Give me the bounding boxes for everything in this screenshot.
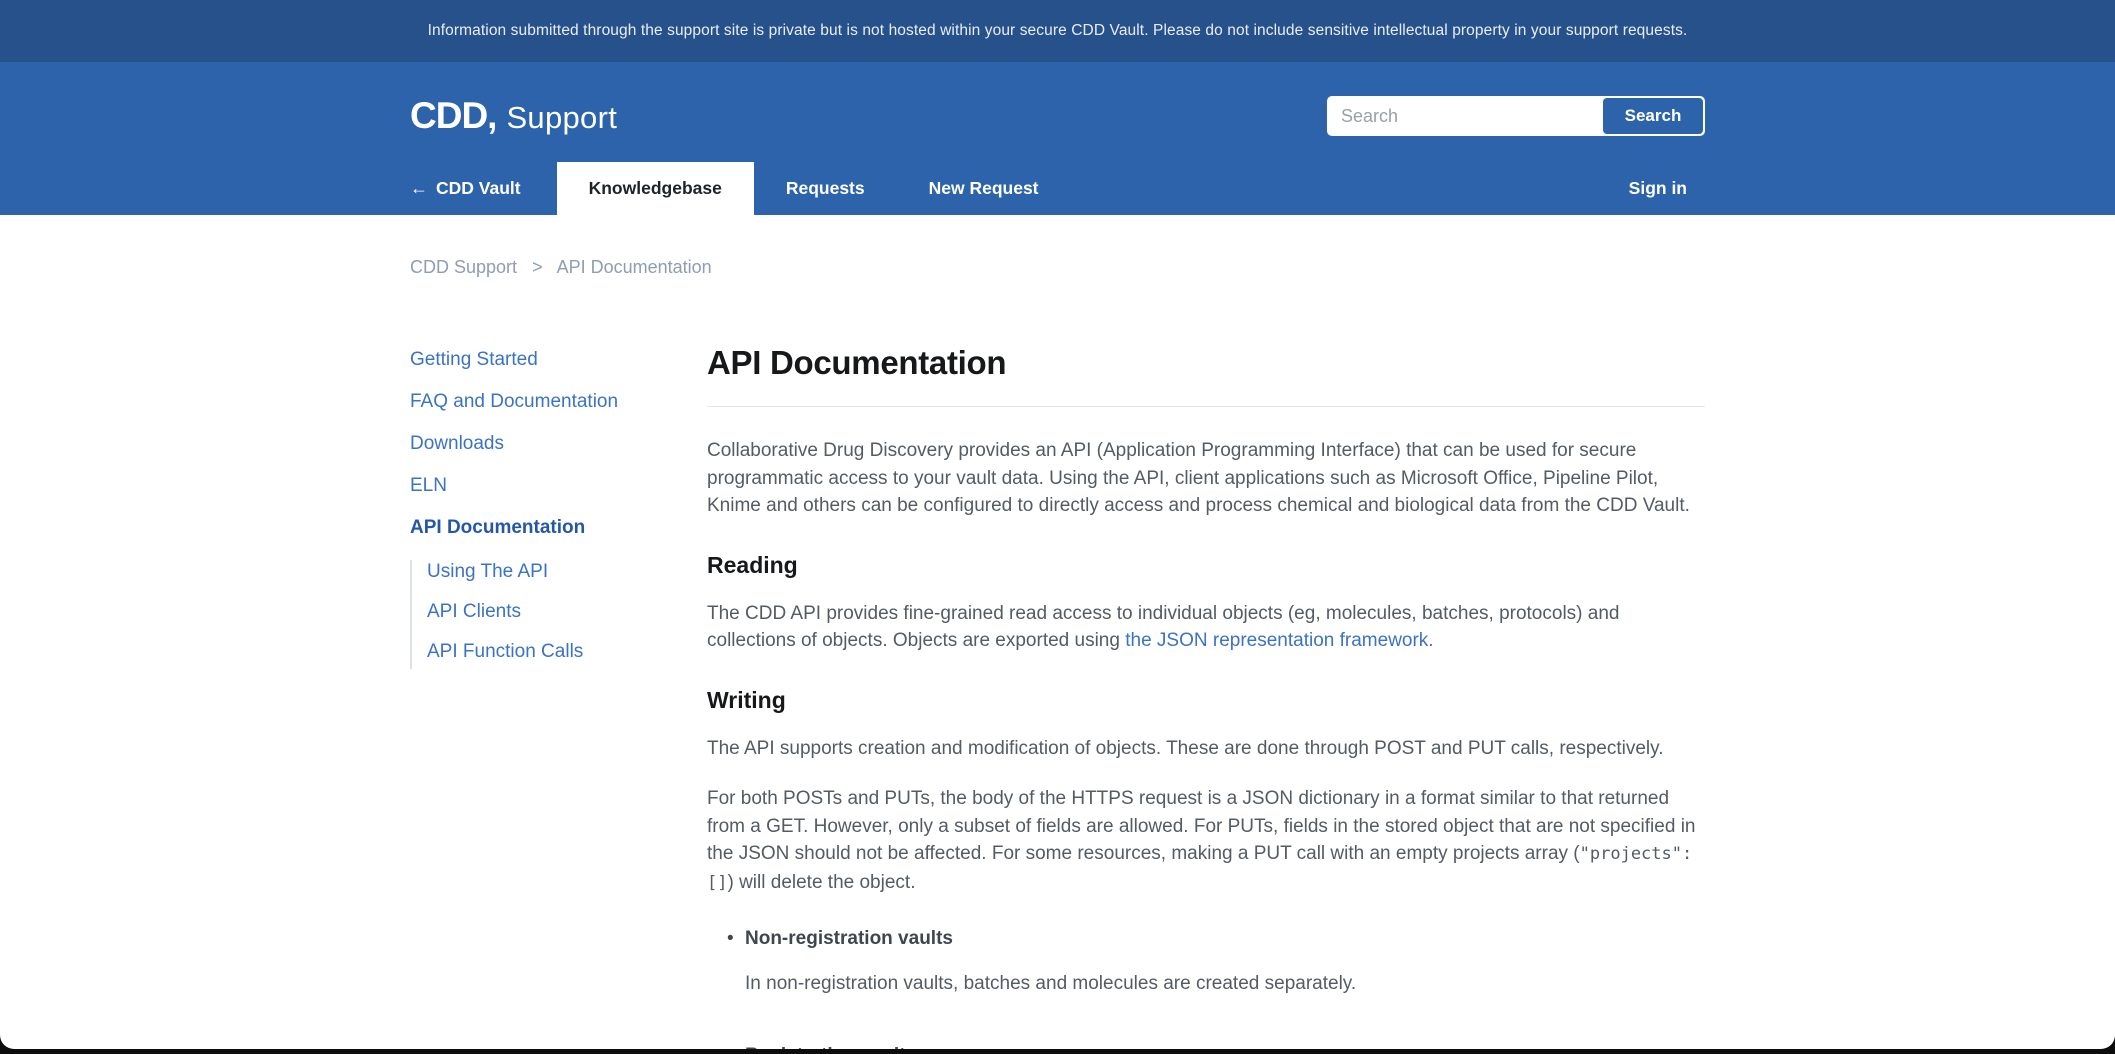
writing-paragraph-1: The API supports creation and modificati… bbox=[707, 735, 1705, 763]
search-box: Search bbox=[1327, 96, 1705, 136]
list-item: Non-registration vaults In non-registrat… bbox=[727, 925, 1705, 998]
writing-paragraph-2: For both POSTs and PUTs, the body of the… bbox=[707, 785, 1705, 897]
browser-page: Information submitted through the suppor… bbox=[0, 0, 2115, 1049]
notice-text: Information submitted through the suppor… bbox=[428, 22, 1688, 40]
writing-p2-text: For both POSTs and PUTs, the body of the… bbox=[707, 788, 1695, 864]
breadcrumb-current: API Documentation bbox=[557, 257, 712, 277]
sign-in-link[interactable]: Sign in bbox=[1629, 178, 1687, 199]
writing-heading: Writing bbox=[707, 687, 1705, 714]
sidebar-subitem-using-the-api[interactable]: Using The API bbox=[427, 561, 548, 582]
title-divider bbox=[707, 406, 1705, 407]
article: API Documentation Collaborative Drug Dis… bbox=[707, 344, 1705, 1049]
search-button[interactable]: Search bbox=[1603, 98, 1703, 134]
cdd-logo[interactable]: CDD, Support bbox=[410, 95, 617, 137]
notice-bar: Information submitted through the suppor… bbox=[0, 0, 2115, 62]
cdd-logo-suffix: Support bbox=[506, 100, 617, 136]
breadcrumb-separator: > bbox=[532, 257, 543, 277]
vault-types-list: Non-registration vaults In non-registrat… bbox=[707, 925, 1705, 1049]
json-framework-link[interactable]: the JSON representation framework. bbox=[1125, 630, 1433, 651]
nav-back-label: CDD Vault bbox=[436, 178, 521, 199]
sidebar-item-faq-and-documentation[interactable]: FAQ and Documentation bbox=[410, 391, 618, 412]
search-input[interactable] bbox=[1329, 98, 1603, 134]
list-item: Registration vaults In registration vaul… bbox=[727, 1042, 1705, 1050]
sidebar-subitem-api-function-calls[interactable]: API Function Calls bbox=[427, 641, 583, 662]
breadcrumb: CDD Support > API Documentation bbox=[410, 257, 1705, 278]
reading-heading: Reading bbox=[707, 552, 1705, 579]
site-header: CDD, Support Search ← CDD Vault Knowledg… bbox=[0, 62, 2115, 215]
reading-paragraph: The CDD API provides fine-grained read a… bbox=[707, 600, 1705, 655]
non-registration-vaults-title: Non-registration vaults bbox=[745, 925, 1705, 952]
nav-back-cdd-vault[interactable]: ← CDD Vault bbox=[410, 178, 521, 199]
back-arrow-icon: ← bbox=[410, 178, 428, 199]
sidebar-item-downloads[interactable]: Downloads bbox=[410, 433, 504, 454]
sidebar-sublist: Using The API API Clients API Function C… bbox=[410, 560, 707, 669]
main-nav: ← CDD Vault Knowledgebase Requests New R… bbox=[410, 162, 1705, 215]
registration-vaults-title: Registration vaults bbox=[745, 1042, 1705, 1050]
tab-requests[interactable]: Requests bbox=[754, 162, 897, 215]
kb-sidebar: Getting Started FAQ and Documentation Do… bbox=[410, 344, 707, 1049]
tab-new-request[interactable]: New Request bbox=[897, 162, 1071, 215]
intro-paragraph: Collaborative Drug Discovery provides an… bbox=[707, 437, 1705, 520]
sidebar-item-api-documentation[interactable]: API Documentation bbox=[410, 517, 585, 538]
writing-p2-text-after: ) will delete the object. bbox=[727, 872, 915, 893]
cdd-logo-brand: CDD, bbox=[410, 95, 496, 137]
breadcrumb-home[interactable]: CDD Support bbox=[410, 257, 517, 277]
page-title: API Documentation bbox=[707, 344, 1705, 382]
sidebar-subitem-api-clients[interactable]: API Clients bbox=[427, 601, 521, 622]
tab-knowledgebase[interactable]: Knowledgebase bbox=[557, 162, 754, 215]
sidebar-item-eln[interactable]: ELN bbox=[410, 475, 447, 496]
non-registration-vaults-body: In non-registration vaults, batches and … bbox=[745, 973, 1356, 994]
sidebar-item-getting-started[interactable]: Getting Started bbox=[410, 349, 538, 370]
